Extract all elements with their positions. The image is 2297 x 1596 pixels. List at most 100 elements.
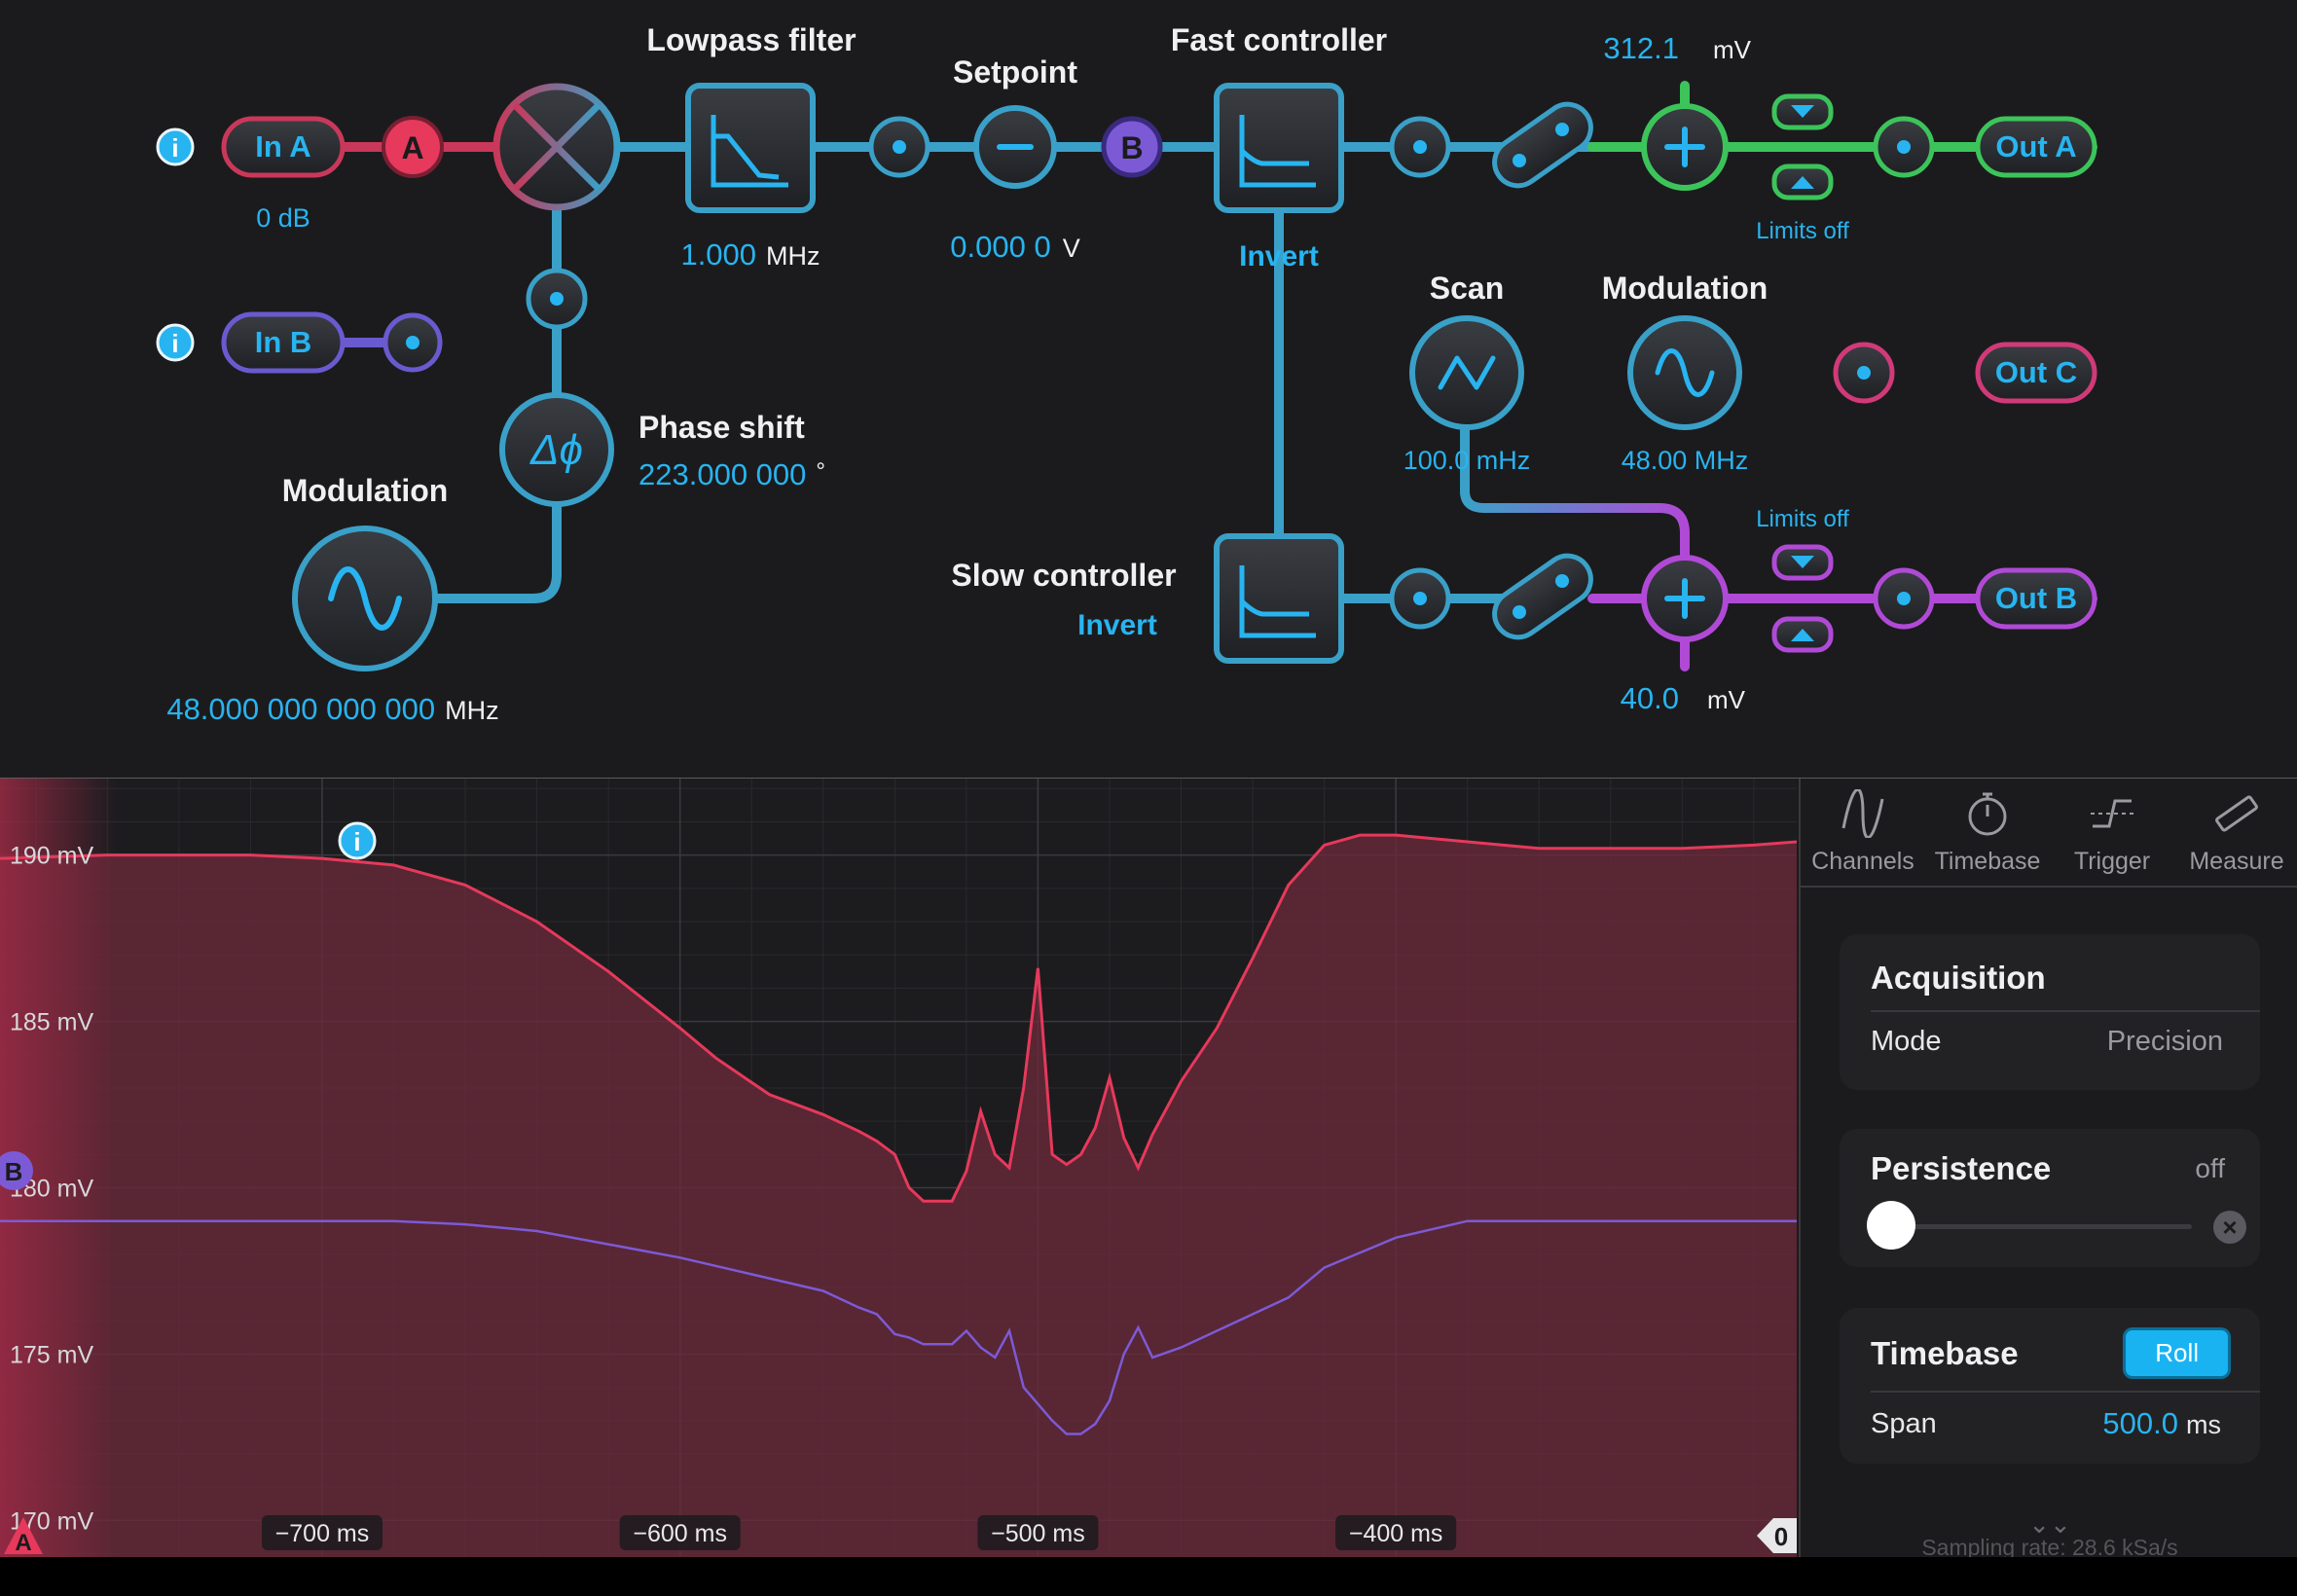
lowpass-filter-button[interactable] — [685, 83, 816, 213]
in-a-gain[interactable]: 0 dB — [256, 203, 310, 233]
out-b-button[interactable]: Out B — [1975, 567, 2097, 630]
lowpass-output-tap[interactable] — [868, 116, 930, 178]
span-label: Span — [1871, 1407, 1937, 1439]
svg-text:i: i — [171, 133, 178, 163]
tab-timebase-label: Timebase — [1934, 848, 2041, 875]
fast-controller-invert[interactable]: Invert — [1239, 240, 1319, 272]
svg-text:A: A — [401, 130, 423, 165]
tab-measure-label: Measure — [2189, 848, 2284, 875]
slow-controller-button[interactable] — [1214, 533, 1344, 664]
slow-output-tap[interactable] — [1389, 567, 1451, 630]
svg-text:A: A — [15, 1530, 31, 1556]
x-tick-label: −600 ms — [619, 1515, 741, 1550]
slow-output-switch[interactable] — [1485, 547, 1600, 646]
persistence-clear-icon[interactable]: × — [2213, 1211, 2246, 1244]
span-row[interactable]: Span 500.0 ms — [1840, 1393, 2260, 1441]
roll-button[interactable]: Roll — [2123, 1327, 2231, 1379]
mixer-icon[interactable] — [492, 83, 621, 211]
svg-text:B: B — [5, 1157, 23, 1186]
mode-row[interactable]: Mode Precision — [1840, 1012, 2260, 1058]
modulation-right-value[interactable]: 48.00 MHz — [1622, 446, 1749, 475]
out-b-offset-value[interactable]: 40.0 — [1621, 681, 1679, 715]
out-a-button[interactable]: Out A — [1975, 116, 2097, 178]
in-b-button[interactable]: In B — [221, 311, 346, 374]
in-b-tap[interactable] — [383, 312, 443, 373]
tab-measure[interactable]: Measure — [2174, 779, 2297, 886]
out-a-adder[interactable] — [1641, 103, 1729, 191]
modulation-left-title: Modulation — [282, 473, 449, 508]
svg-text:i: i — [171, 329, 178, 358]
panel-tabs: Channels Timebase Trigger Measure — [1801, 779, 2297, 888]
mode-label: Mode — [1871, 1026, 1942, 1057]
fast-output-tap[interactable] — [1389, 116, 1451, 178]
info-icon[interactable]: i — [338, 821, 377, 860]
span-value[interactable]: 500.0 — [2102, 1406, 2178, 1440]
tab-channels-label: Channels — [1811, 848, 1914, 875]
mixer-output-tap[interactable] — [526, 268, 588, 330]
ruler-icon — [2215, 795, 2258, 832]
svg-text:Δϕ: Δϕ — [529, 426, 583, 474]
oscilloscope-plot[interactable]: 190 mV185 mV180 mV175 mV170 mV −700 ms −6… — [0, 779, 1797, 1557]
scan-button[interactable] — [1409, 315, 1524, 430]
mode-value: Precision — [2106, 1026, 2223, 1057]
modulation-left-button[interactable] — [292, 526, 438, 671]
fast-controller-button[interactable] — [1214, 83, 1344, 213]
setpoint-value[interactable]: 0.000 0V — [950, 230, 1079, 264]
svg-text:i: i — [353, 827, 360, 856]
x-tick-label: −500 ms — [977, 1515, 1099, 1550]
info-icon[interactable]: i — [156, 323, 195, 362]
setpoint-button[interactable] — [973, 105, 1057, 189]
timebase-card: Timebase Roll Span 500.0 ms — [1840, 1308, 2260, 1464]
out-b-lower-limit[interactable] — [1771, 616, 1834, 653]
out-a-upper-limit[interactable] — [1771, 93, 1834, 130]
out-b-limits-status[interactable]: Limits off — [1756, 506, 1849, 532]
out-b-adder[interactable] — [1641, 555, 1729, 642]
modulation-left-value[interactable]: 48.000 000 000 000 MHz — [166, 692, 498, 726]
bottom-bar — [0, 1557, 2297, 1596]
svg-text:−500 ms: −500 ms — [991, 1520, 1085, 1547]
stopwatch-icon — [1968, 792, 2007, 836]
y-tick-label: 185 mV — [10, 1009, 93, 1036]
fast-controller-title: Fast controller — [1171, 22, 1387, 57]
out-a-lower-limit[interactable] — [1771, 163, 1834, 200]
info-icon[interactable]: i — [156, 127, 195, 166]
y-tick-label: 190 mV — [10, 843, 93, 870]
fast-output-switch[interactable] — [1485, 95, 1600, 195]
svg-text:In A: In A — [255, 129, 310, 163]
scan-title: Scan — [1430, 271, 1504, 306]
out-c-button[interactable]: Out C — [1975, 342, 2097, 404]
channel-b-tap[interactable]: B — [1101, 116, 1163, 178]
phase-shift-title: Phase shift — [638, 410, 805, 445]
out-a-limits-status[interactable]: Limits off — [1756, 218, 1849, 244]
out-b-tap[interactable] — [1873, 567, 1935, 630]
out-a-offset-value[interactable]: 312.1 — [1603, 31, 1679, 65]
channel-a-tap[interactable]: A — [382, 116, 444, 178]
persistence-slider-track[interactable] — [1890, 1224, 2192, 1229]
svg-text:B: B — [1120, 130, 1143, 165]
out-a-offset-unit: mV — [1713, 35, 1752, 64]
out-b-upper-limit[interactable] — [1771, 544, 1834, 581]
modulation-right-button[interactable] — [1627, 315, 1742, 430]
lowpass-title: Lowpass filter — [646, 22, 856, 57]
timebase-title: Timebase — [1871, 1334, 2019, 1371]
y-tick-label: 175 mV — [10, 1341, 93, 1368]
scan-value[interactable]: 100.0 mHz — [1404, 446, 1531, 475]
tab-trigger-label: Trigger — [2073, 848, 2151, 875]
persistence-slider-knob[interactable] — [1867, 1201, 1915, 1250]
span-unit: ms — [2186, 1410, 2221, 1439]
tab-channels[interactable]: Channels — [1801, 779, 1925, 886]
x-tick-label: −400 ms — [1335, 1515, 1457, 1550]
in-a-button[interactable]: In A — [221, 116, 346, 178]
svg-text:Out C: Out C — [1995, 355, 2077, 389]
tab-timebase[interactable]: Timebase — [1925, 779, 2050, 886]
slow-controller-invert[interactable]: Invert — [1077, 609, 1157, 641]
out-a-tap[interactable] — [1873, 116, 1935, 178]
svg-text:−400 ms: −400 ms — [1349, 1520, 1443, 1547]
out-c-tap[interactable] — [1833, 342, 1895, 404]
tab-trigger[interactable]: Trigger — [2050, 779, 2174, 886]
phase-shift-button[interactable]: Δϕ — [499, 392, 614, 507]
phase-shift-value[interactable]: 223.000 000 ° — [638, 457, 825, 491]
svg-text:In B: In B — [255, 325, 312, 359]
lowpass-value[interactable]: 1.000 MHz — [680, 237, 820, 272]
signal-flow-diagram: i i In A 0 dB A In B Δϕ Phase shift 223.… — [0, 22, 2297, 779]
